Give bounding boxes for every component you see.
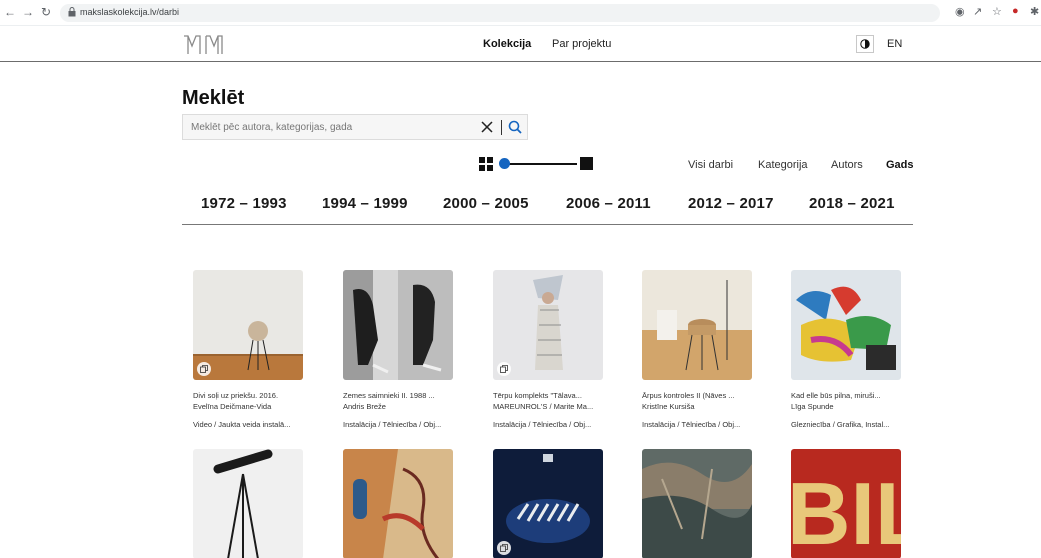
artwork-category: Instalācija / Tēlniecība / Obj...	[642, 420, 741, 429]
contrast-toggle-button[interactable]	[856, 35, 874, 53]
year-tab[interactable]: 2006 – 2011	[566, 195, 651, 212]
year-tab[interactable]: 2018 – 2021	[809, 195, 895, 212]
artwork-thumbnail[interactable]	[343, 270, 453, 380]
year-tab[interactable]: 2012 – 2017	[688, 195, 774, 212]
artwork-category: Glezniecība / Grafika, Instal...	[791, 420, 890, 429]
artwork-thumbnail[interactable]	[642, 270, 752, 380]
artwork-thumbnail[interactable]	[193, 270, 303, 380]
extensions-puzzle-icon[interactable]: ✱	[1030, 5, 1039, 18]
contrast-icon	[860, 39, 870, 49]
back-icon[interactable]: ←	[4, 5, 16, 19]
artwork-category: Instalācija / Tēlniecība / Obj...	[493, 420, 592, 429]
artwork-thumbnail[interactable]	[642, 449, 752, 558]
bookmark-star-icon[interactable]: ☆	[992, 5, 1002, 18]
year-tab[interactable]: 1972 – 1993	[201, 195, 287, 212]
artwork-category: Video / Jaukta veida instalā...	[193, 420, 291, 429]
grid-large-icon[interactable]	[580, 157, 593, 170]
multiple-images-icon	[497, 541, 511, 555]
artwork-thumbnail[interactable]	[493, 449, 603, 558]
multiple-images-icon	[197, 362, 211, 376]
year-tab[interactable]: 1994 – 1999	[322, 195, 408, 212]
reload-icon[interactable]: ↻	[41, 5, 51, 19]
nav-kolekcija[interactable]: Kolekcija	[483, 38, 531, 50]
lock-icon	[68, 7, 76, 17]
nav-par-projektu[interactable]: Par projektu	[552, 38, 611, 50]
artwork-thumbnail[interactable]	[493, 270, 603, 380]
filter-tab-autors[interactable]: Autors	[831, 159, 863, 171]
zoom-slider-handle[interactable]	[499, 158, 510, 169]
artwork-title: Kad elle būs pilna, miruši...	[791, 391, 881, 400]
language-switch[interactable]: EN	[887, 38, 902, 50]
artwork-author: Līga Spunde	[791, 402, 834, 411]
year-tabs-divider	[182, 224, 913, 225]
artwork-title: Ārpus kontroles II (Nāves ...	[642, 391, 735, 400]
artwork-author: Evelīna Deičmane-Vida	[193, 402, 272, 411]
browser-toolbar: ← → ↻ makslaskolekcija.lv/darbi ◉ ↗ ☆ ● …	[0, 0, 1041, 26]
adblock-icon[interactable]: ●	[1012, 5, 1019, 17]
zoom-slider-track[interactable]	[505, 163, 577, 165]
artwork-title: Divi soļi uz priekšu. 2016.	[193, 391, 279, 400]
artwork-thumbnail[interactable]: BILI	[791, 449, 901, 558]
clear-icon[interactable]	[479, 119, 495, 135]
url-text: makslaskolekcija.lv/darbi	[80, 7, 180, 17]
grid-small-icon[interactable]	[479, 157, 493, 171]
filter-tab-visi-darbi[interactable]: Visi darbi	[688, 159, 733, 171]
artwork-author: MAREUNROL'S / Marite Ma...	[493, 402, 594, 411]
filter-tab-gads[interactable]: Gads	[886, 159, 914, 171]
artwork-thumbnail[interactable]	[791, 270, 901, 380]
artwork-author: Kristīne Kursiša	[642, 402, 695, 411]
artwork-category: Instalācija / Tēlniecība / Obj...	[343, 420, 442, 429]
artwork-title: Tērpu komplekts "Tālava...	[493, 391, 582, 400]
extension-icon[interactable]: ◉	[955, 5, 965, 18]
site-header: Kolekcija Par projektu EN	[0, 26, 1041, 62]
artwork-thumbnail[interactable]	[193, 449, 303, 558]
page-title: Meklēt	[182, 87, 245, 109]
forward-icon[interactable]: →	[22, 5, 34, 19]
search-input[interactable]	[183, 115, 475, 139]
svg-text:BILI: BILI	[791, 464, 901, 558]
search-icon[interactable]	[507, 119, 523, 135]
multiple-images-icon	[497, 362, 511, 376]
artwork-author: Andris Breže	[343, 402, 386, 411]
search-divider	[501, 120, 502, 135]
address-bar[interactable]: makslaskolekcija.lv/darbi	[60, 4, 940, 22]
search-box	[182, 114, 528, 140]
year-tab[interactable]: 2000 – 2005	[443, 195, 529, 212]
share-icon[interactable]: ↗	[973, 5, 982, 18]
artwork-thumbnail[interactable]	[343, 449, 453, 558]
logo[interactable]	[182, 32, 226, 56]
filter-tab-kategorija[interactable]: Kategorija	[758, 159, 808, 171]
artwork-title: Zemes saimnieki II. 1988 ...	[343, 391, 435, 400]
